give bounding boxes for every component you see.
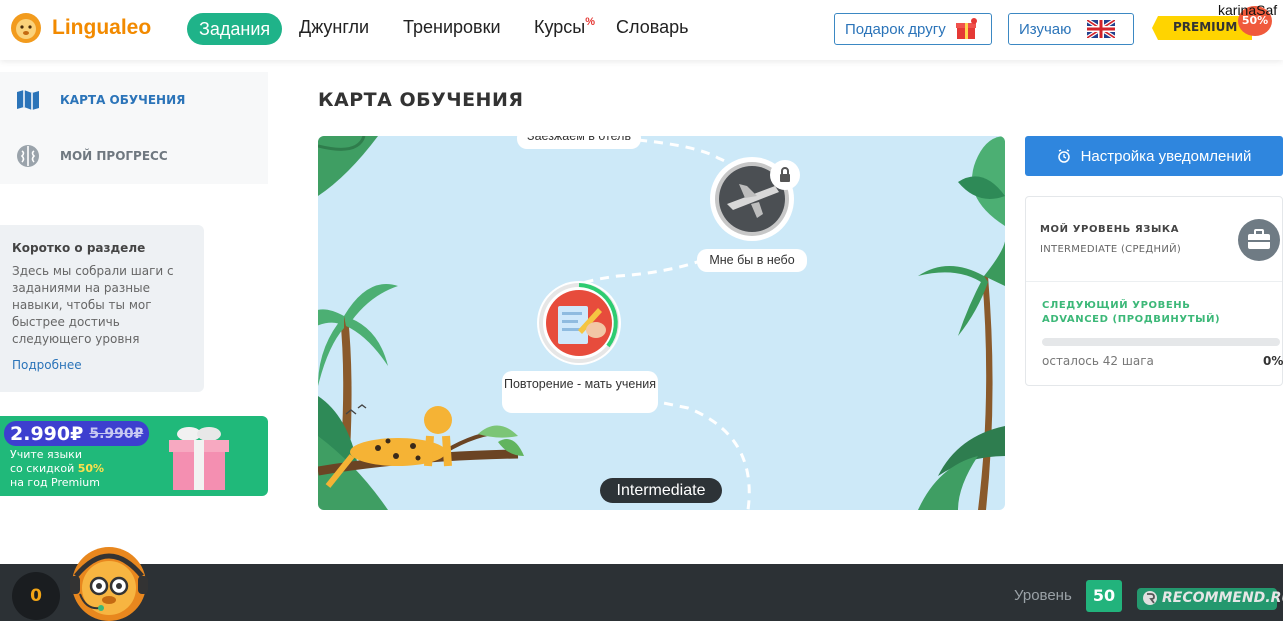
watermark-text: RECOMMEND.RU (1162, 590, 1283, 606)
lion-mascot-icon[interactable] (66, 540, 152, 621)
gift-box-icon (169, 427, 229, 490)
promo-discount: 50% (77, 462, 105, 475)
logo-text[interactable]: Lingualeo (52, 16, 151, 40)
level-progress-bar (1042, 338, 1280, 346)
steps-left-text: осталось 42 шага (1042, 354, 1154, 368)
alarm-clock-icon (1057, 149, 1070, 163)
learning-language-label: Изучаю (1019, 20, 1072, 38)
about-text: Здесь мы собрали шаги с заданиями на раз… (12, 264, 174, 346)
level-badge[interactable]: 50 (1086, 580, 1122, 612)
language-level-card: МОЙ УРОВЕНЬ ЯЗЫКА INTERMEDIATE (СРЕДНИЙ)… (1025, 196, 1283, 386)
nav-tab-tasks[interactable]: Задания (187, 13, 283, 45)
sidebar-item-label: КАРТА ОБУЧЕНИЯ (60, 93, 186, 107)
divider (1026, 281, 1282, 282)
discount-badge: % (585, 16, 596, 28)
page-title: КАРТА ОБУЧЕНИЯ (318, 89, 524, 111)
gift-friend-label: Подарок другу (845, 20, 946, 38)
uk-flag-icon (1087, 20, 1116, 38)
promo-text: Учите языки со скидкой 50% на год Premiu… (10, 448, 104, 490)
about-more-link[interactable]: Подробнее (12, 358, 192, 372)
lion-logo-icon[interactable] (10, 12, 42, 44)
nav-tab-courses[interactable]: Курсы% (534, 16, 596, 38)
notification-settings-button[interactable]: Настройка уведомлений (1025, 136, 1283, 176)
nav-tab-trainings[interactable]: Тренировки (403, 17, 501, 38)
sidebar-item-label: МОЙ ПРОГРЕСС (60, 149, 168, 163)
watermark: RECOMMEND.RU (1142, 590, 1283, 606)
sidebar-item-learning-map[interactable]: КАРТА ОБУЧЕНИЯ (16, 88, 185, 112)
top-header: Lingualeo Задания Джунгли Тренировки Кур… (0, 0, 1283, 60)
promo-line-2-prefix: со скидкой (10, 462, 78, 475)
username[interactable]: karinaSaf (1218, 2, 1277, 18)
my-level-value: INTERMEDIATE (СРЕДНИЙ) (1040, 244, 1182, 255)
notification-settings-label: Настройка уведомлений (1080, 147, 1252, 165)
promo-price: 2.990₽ (10, 422, 84, 445)
map-step-repetition-node[interactable] (536, 280, 622, 366)
gift-icon (955, 18, 977, 39)
sidebar-item-my-progress[interactable]: МОЙ ПРОГРЕСС (16, 144, 168, 168)
lock-icon (770, 160, 800, 190)
gift-friend-button[interactable]: Подарок другу (834, 13, 992, 45)
watermark-logo-icon (1143, 591, 1157, 605)
level-label: Уровень (1014, 587, 1072, 604)
nav-tab-courses-label: Курсы (534, 17, 586, 37)
promo-old-price: 5.990₽ (89, 425, 144, 442)
about-section-box: Коротко о разделе Здесь мы собрали шаги … (0, 225, 204, 392)
map-step-repetition-label[interactable]: Повторение - мать учения (502, 371, 658, 413)
promo-line-2: со скидкой 50% (10, 462, 104, 476)
map-step-hotel-label[interactable]: Заезжаем в отель (517, 136, 641, 149)
learning-language-button[interactable]: Изучаю (1008, 13, 1134, 45)
brain-icon (17, 145, 39, 167)
promo-price-pill: 2.990₽ 5.990₽ (4, 421, 150, 446)
learning-map: Заезжаем в отель Мне бы в небо Повторени… (318, 136, 1005, 510)
map-step-plane-label[interactable]: Мне бы в небо (697, 249, 807, 272)
about-title: Коротко о разделе (12, 241, 146, 255)
next-level-title: СЛЕДУЮЩИЙ УРОВЕНЬ (1042, 300, 1191, 311)
coins-counter[interactable]: 0 (12, 572, 60, 620)
map-icon (17, 90, 39, 110)
nav-tab-dictionary[interactable]: Словарь (616, 17, 688, 38)
promo-line-3: на год Premium (10, 476, 100, 489)
premium-button[interactable]: PREMIUM (1152, 16, 1252, 40)
next-level-value: ADVANCED (ПРОДВИНУТЫЙ) (1042, 314, 1221, 325)
premium-label: PREMIUM (1173, 20, 1238, 34)
briefcase-icon (1238, 219, 1280, 261)
current-level-pill: Intermediate (600, 478, 722, 503)
progress-percent: 0% (1263, 354, 1283, 368)
my-level-title: МОЙ УРОВЕНЬ ЯЗЫКА (1040, 224, 1180, 235)
jungle-map-illustration (318, 136, 1005, 510)
promo-line-1: Учите языки (10, 448, 82, 461)
premium-promo-banner[interactable]: 2.990₽ 5.990₽ Учите языки со скидкой 50%… (0, 416, 268, 496)
nav-tab-jungle[interactable]: Джунгли (299, 17, 369, 38)
